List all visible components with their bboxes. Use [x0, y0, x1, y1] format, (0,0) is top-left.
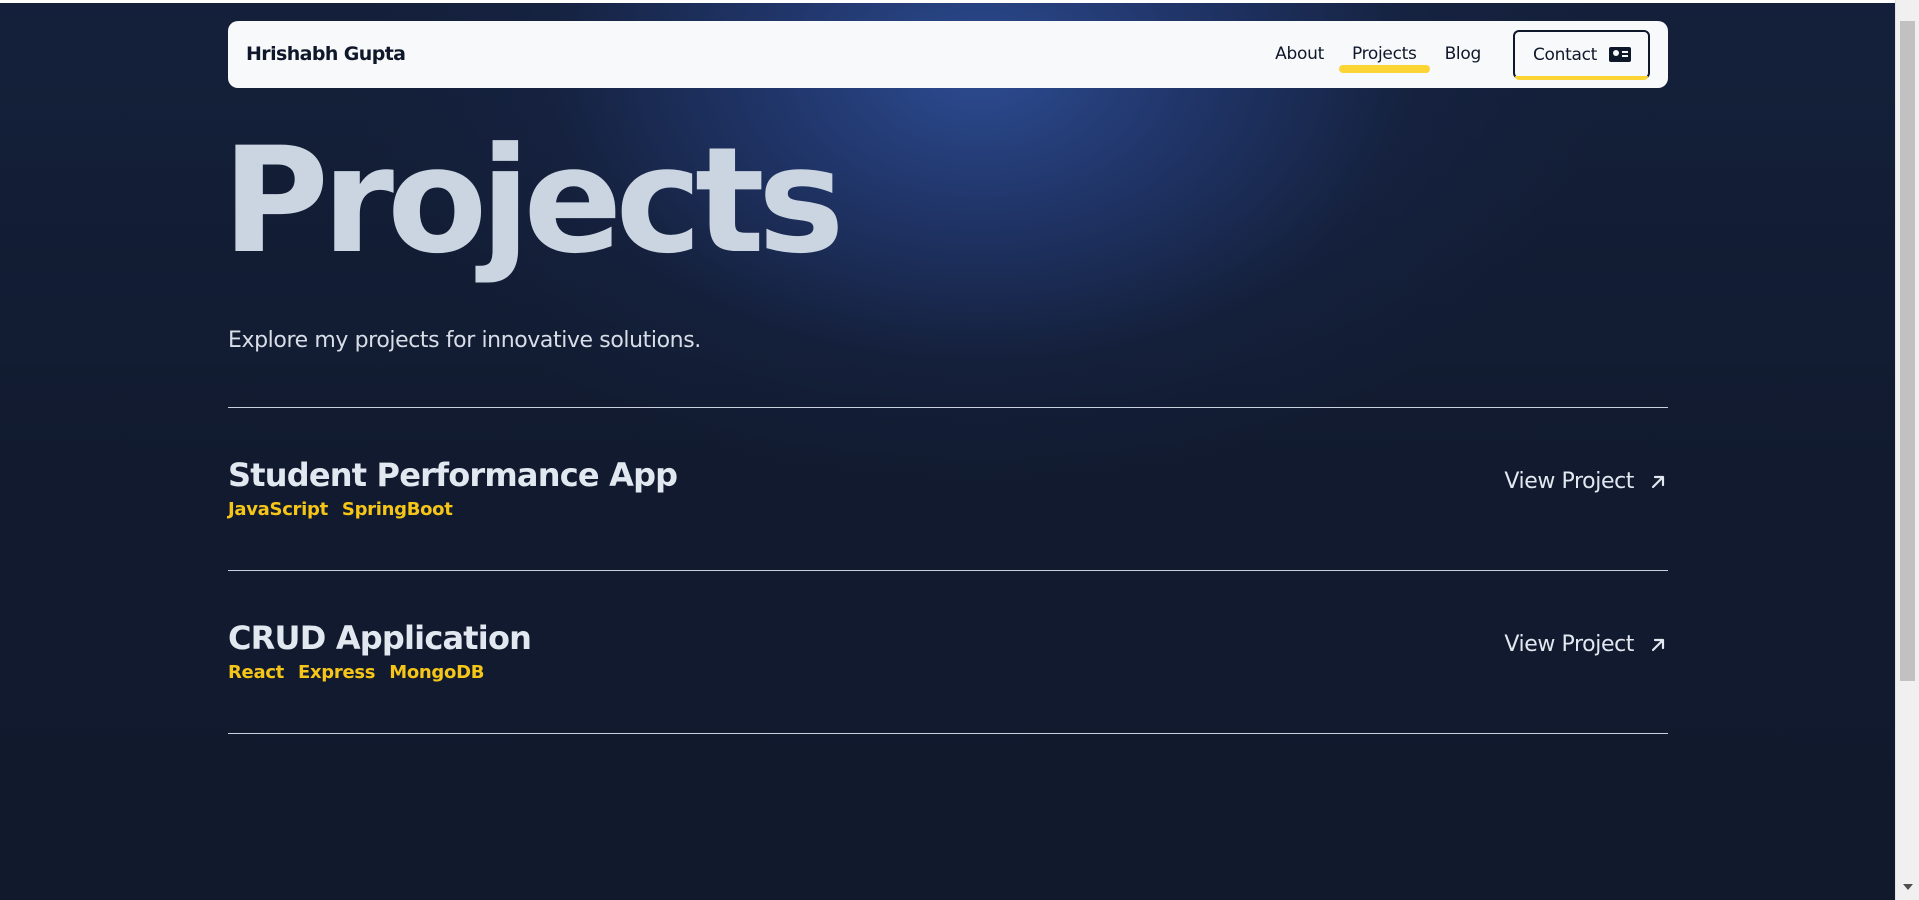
project-tag: React — [228, 662, 284, 683]
project-title: Student Performance App — [228, 456, 678, 494]
project-tag: SpringBoot — [341, 499, 453, 520]
view-project-label: View Project — [1504, 632, 1634, 657]
site-brand[interactable]: Hrishabh Gupta — [246, 21, 406, 88]
project-tag: Express — [298, 662, 376, 683]
nav-link-blog[interactable]: Blog — [1445, 29, 1482, 80]
nav-link-projects[interactable]: Projects — [1339, 29, 1430, 80]
page-title: Projects — [222, 116, 845, 286]
arrow-up-right-icon — [1651, 475, 1665, 489]
page-subtitle: Explore my projects for innovative solut… — [228, 328, 701, 353]
view-project-link[interactable]: View Project — [1504, 467, 1668, 497]
project-tag: JavaScript — [228, 499, 328, 520]
navbar: Hrishabh Gupta About Projects Blog Conta… — [228, 21, 1668, 88]
nav-links: About Projects Blog Contact — [1247, 29, 1650, 80]
project-title: CRUD Application — [228, 619, 532, 657]
project-item: Student Performance App JavaScript Sprin… — [228, 408, 1668, 570]
scroll-down-icon[interactable] — [1903, 884, 1913, 890]
nav-link-about[interactable]: About — [1275, 29, 1324, 80]
contact-button[interactable]: Contact — [1512, 30, 1650, 80]
project-tag: MongoDB — [389, 662, 485, 683]
project-item: CRUD Application React Express MongoDB V… — [228, 571, 1668, 733]
scrollbar-thumb[interactable] — [1900, 21, 1915, 681]
view-project-link[interactable]: View Project — [1504, 630, 1668, 660]
vertical-scrollbar[interactable] — [1895, 0, 1919, 900]
arrow-up-right-icon — [1651, 638, 1665, 652]
contact-button-label: Contact — [1532, 44, 1597, 65]
divider — [228, 733, 1668, 734]
contact-card-icon — [1609, 47, 1631, 62]
project-tags: React Express MongoDB — [228, 661, 498, 685]
window-top-border — [0, 0, 1895, 3]
view-project-label: View Project — [1504, 469, 1634, 494]
project-tags: JavaScript SpringBoot — [228, 498, 467, 522]
